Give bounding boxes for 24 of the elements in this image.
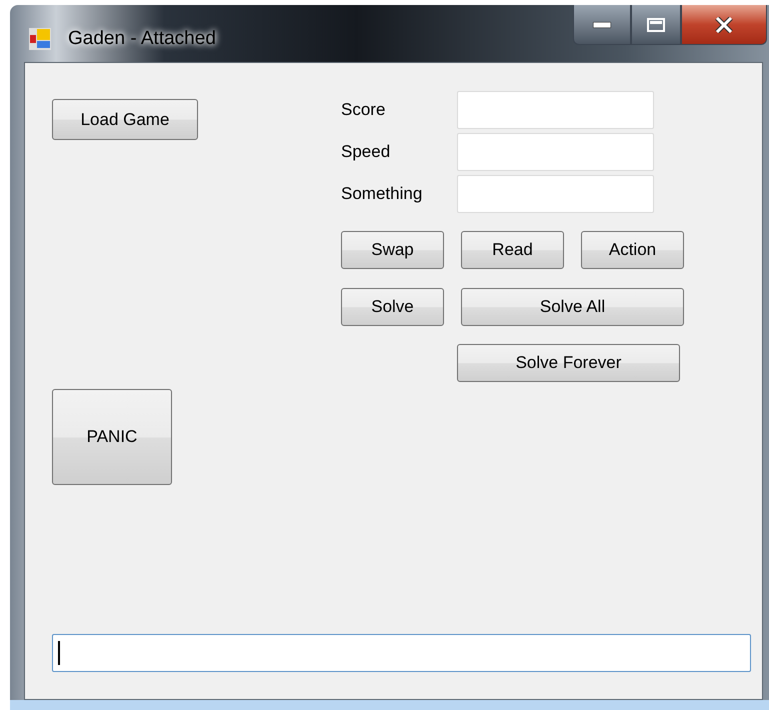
app-icon — [28, 27, 52, 51]
minimize-button[interactable] — [573, 5, 631, 45]
text-cursor — [58, 641, 60, 665]
field-label: Score — [341, 99, 386, 121]
field-label: Speed — [341, 141, 392, 163]
action-button[interactable]: Solve Forever — [457, 344, 680, 382]
close-button[interactable] — [681, 5, 767, 45]
minimize-icon — [593, 22, 611, 28]
action-button[interactable]: Solve — [341, 288, 444, 326]
load-game-button[interactable]: Load Game — [52, 99, 198, 140]
close-icon — [714, 16, 734, 32]
window-title: Gaden - Attached — [68, 27, 216, 51]
text-field[interactable] — [457, 175, 654, 213]
text-field[interactable] — [457, 133, 654, 171]
action-button[interactable]: Read — [461, 231, 564, 269]
maximize-icon — [647, 18, 665, 32]
panic-button[interactable]: PANIC — [52, 389, 172, 485]
action-button[interactable]: Action — [581, 231, 684, 269]
action-button[interactable]: Swap — [341, 231, 444, 269]
text-field[interactable] — [457, 91, 654, 129]
input-field[interactable] — [52, 634, 751, 672]
field-label: Something — [341, 183, 424, 205]
maximize-button[interactable] — [631, 5, 681, 45]
action-button[interactable]: Solve All — [461, 288, 684, 326]
